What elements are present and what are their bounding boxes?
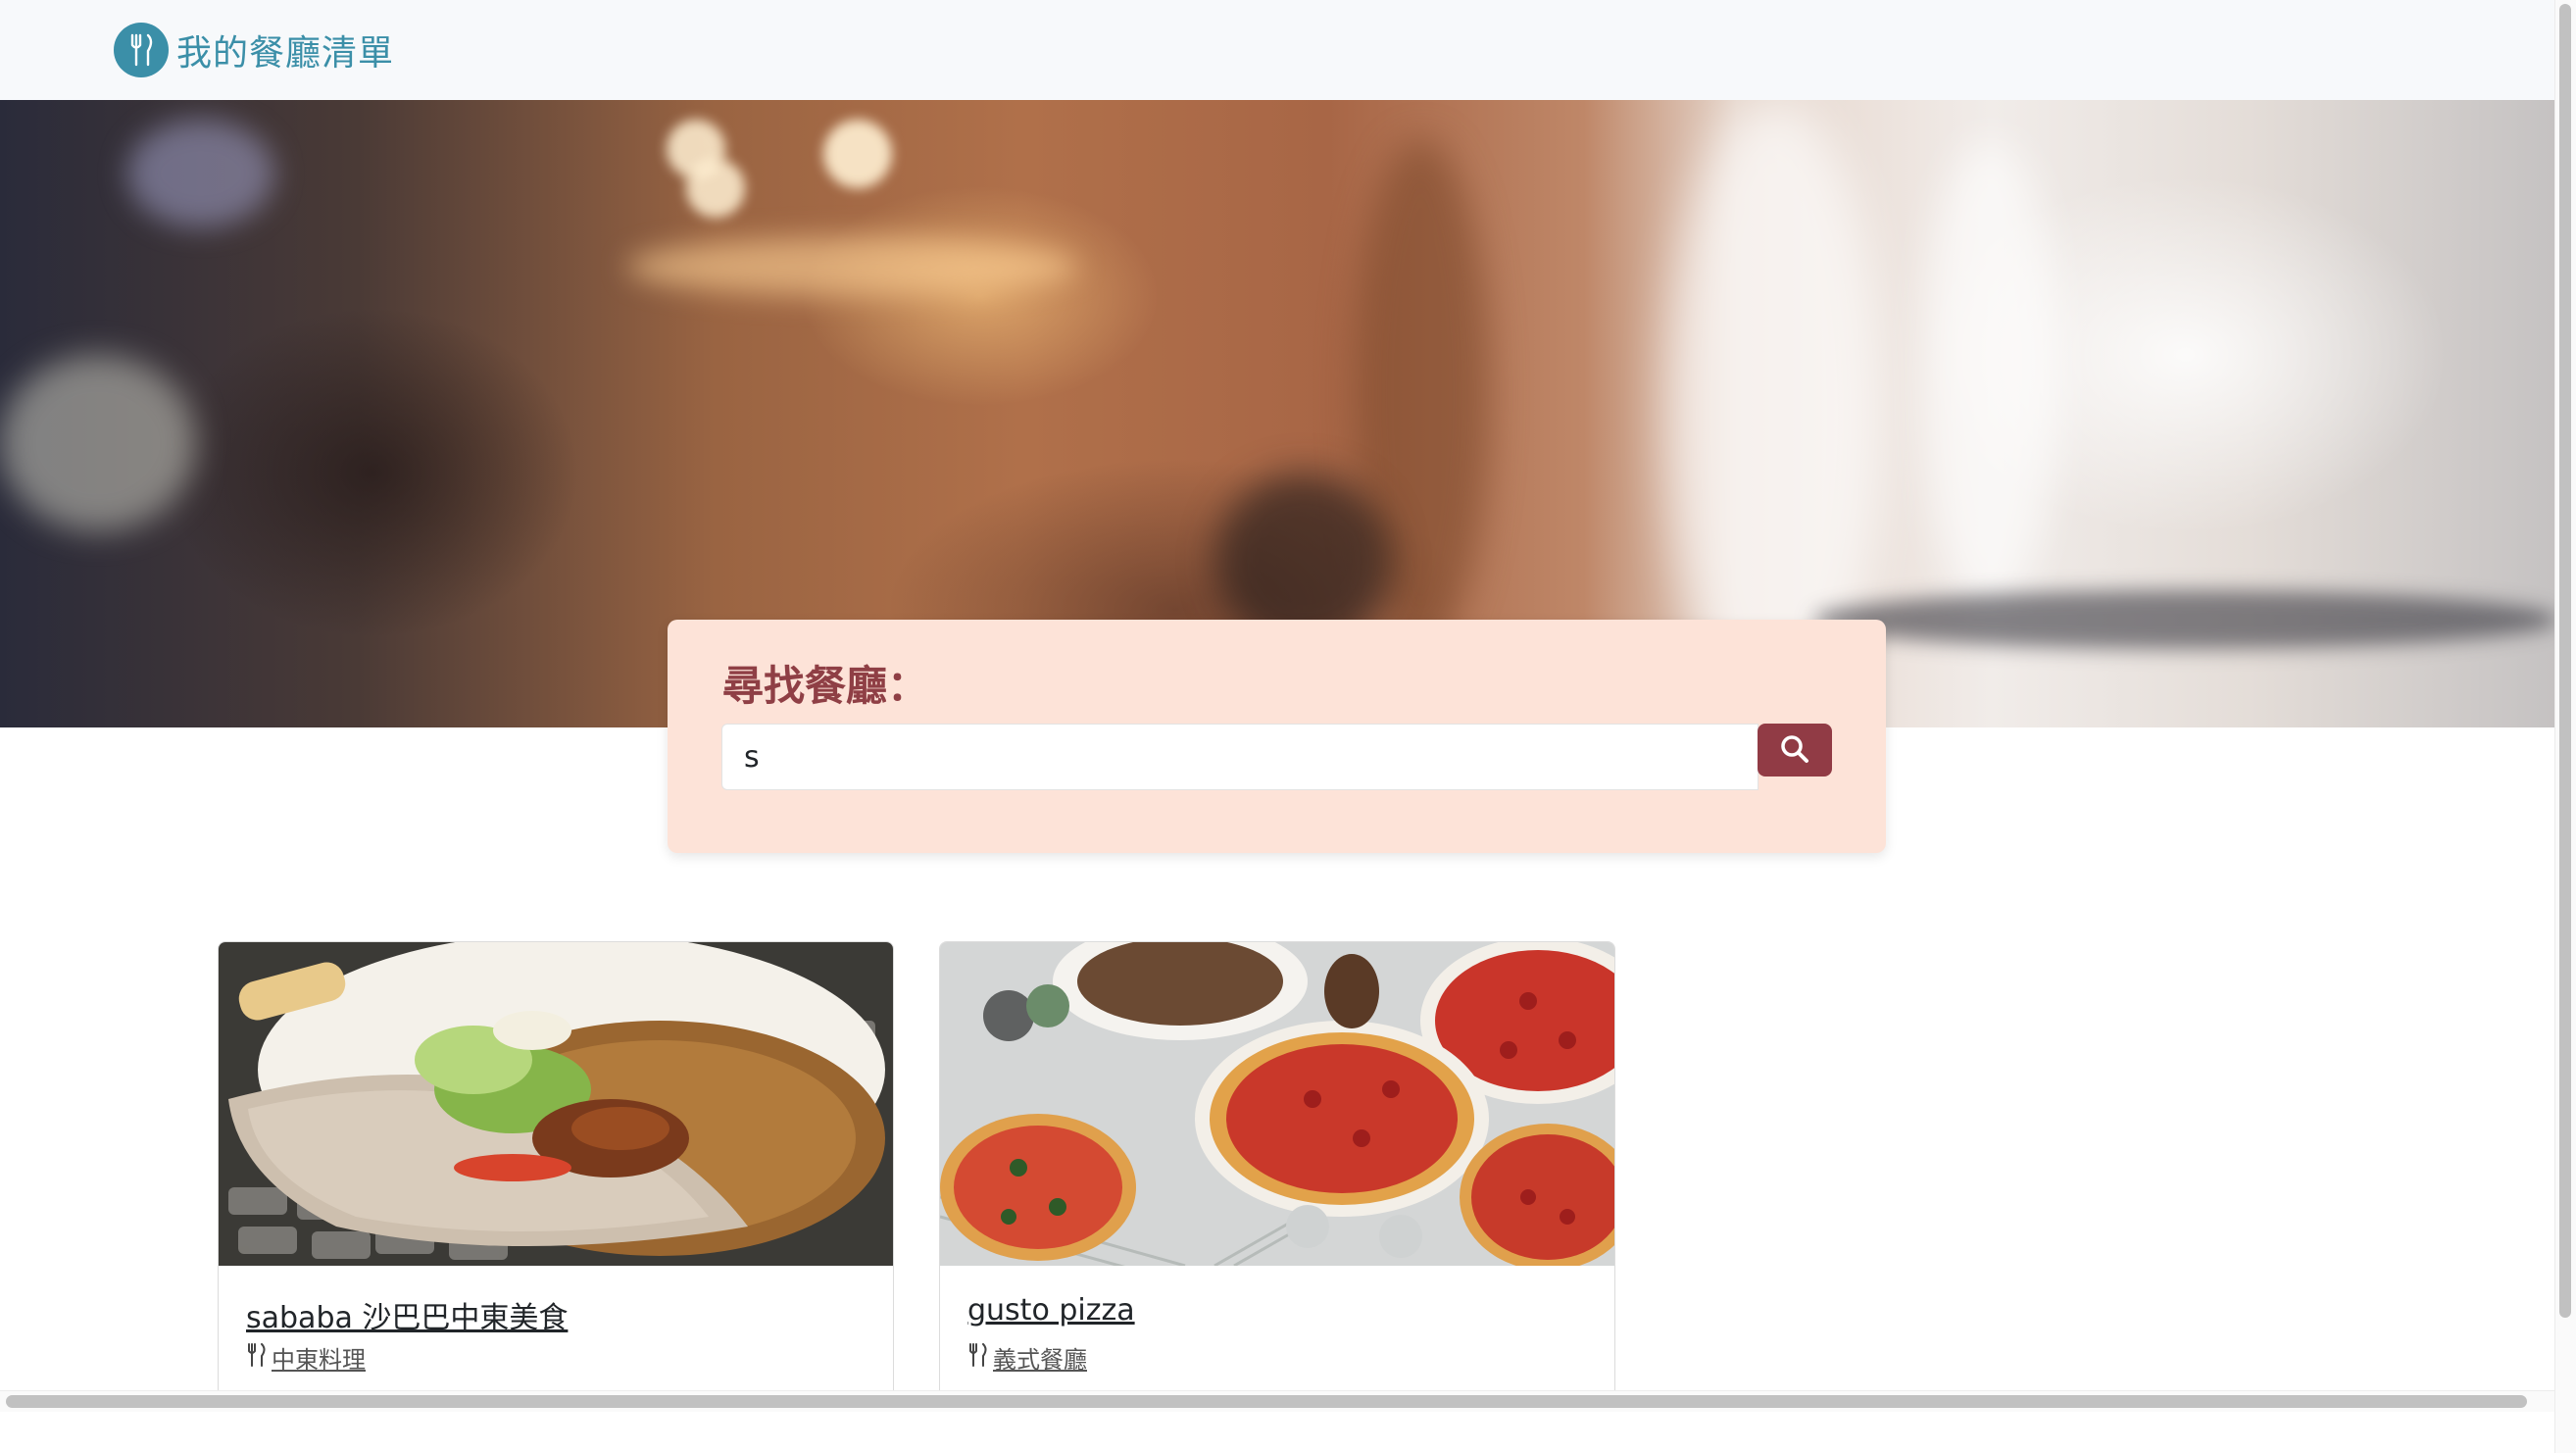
restaurant-image: [219, 942, 893, 1266]
category-label: 義式餐廳: [993, 1346, 1087, 1374]
search-button[interactable]: [1758, 724, 1832, 777]
navbar: 我的餐廳清單: [0, 0, 2554, 100]
restaurant-category: 中東料理: [246, 1340, 366, 1375]
horizontal-scrollbar-thumb[interactable]: [6, 1395, 2527, 1408]
page-bottom: [0, 1412, 2576, 1453]
restaurant-category: 義式餐廳: [967, 1340, 1087, 1375]
utensils-icon: [967, 1342, 993, 1373]
category-label: 中東料理: [272, 1346, 366, 1374]
search-icon: [1780, 734, 1809, 767]
restaurant-name[interactable]: gusto pizza: [967, 1293, 1135, 1328]
restaurant-card[interactable]: gusto pizza 義式餐廳: [939, 941, 1615, 1422]
restaurant-card[interactable]: sababa 沙巴巴中東美食 中東料理: [218, 941, 894, 1422]
search-panel: 尋找餐廳：: [668, 620, 1886, 853]
restaurant-name[interactable]: sababa 沙巴巴中東美食: [246, 1293, 568, 1336]
utensils-icon: [246, 1342, 272, 1373]
utensils-icon: [114, 23, 169, 77]
vertical-scrollbar-thumb[interactable]: [2559, 4, 2571, 1318]
restaurant-image: [940, 942, 1614, 1266]
search-input[interactable]: [721, 724, 1759, 790]
brand-title: 我的餐廳清單: [176, 33, 395, 74]
brand-link[interactable]: 我的餐廳清單: [114, 22, 394, 78]
search-label: 尋找餐廳：: [722, 662, 929, 710]
